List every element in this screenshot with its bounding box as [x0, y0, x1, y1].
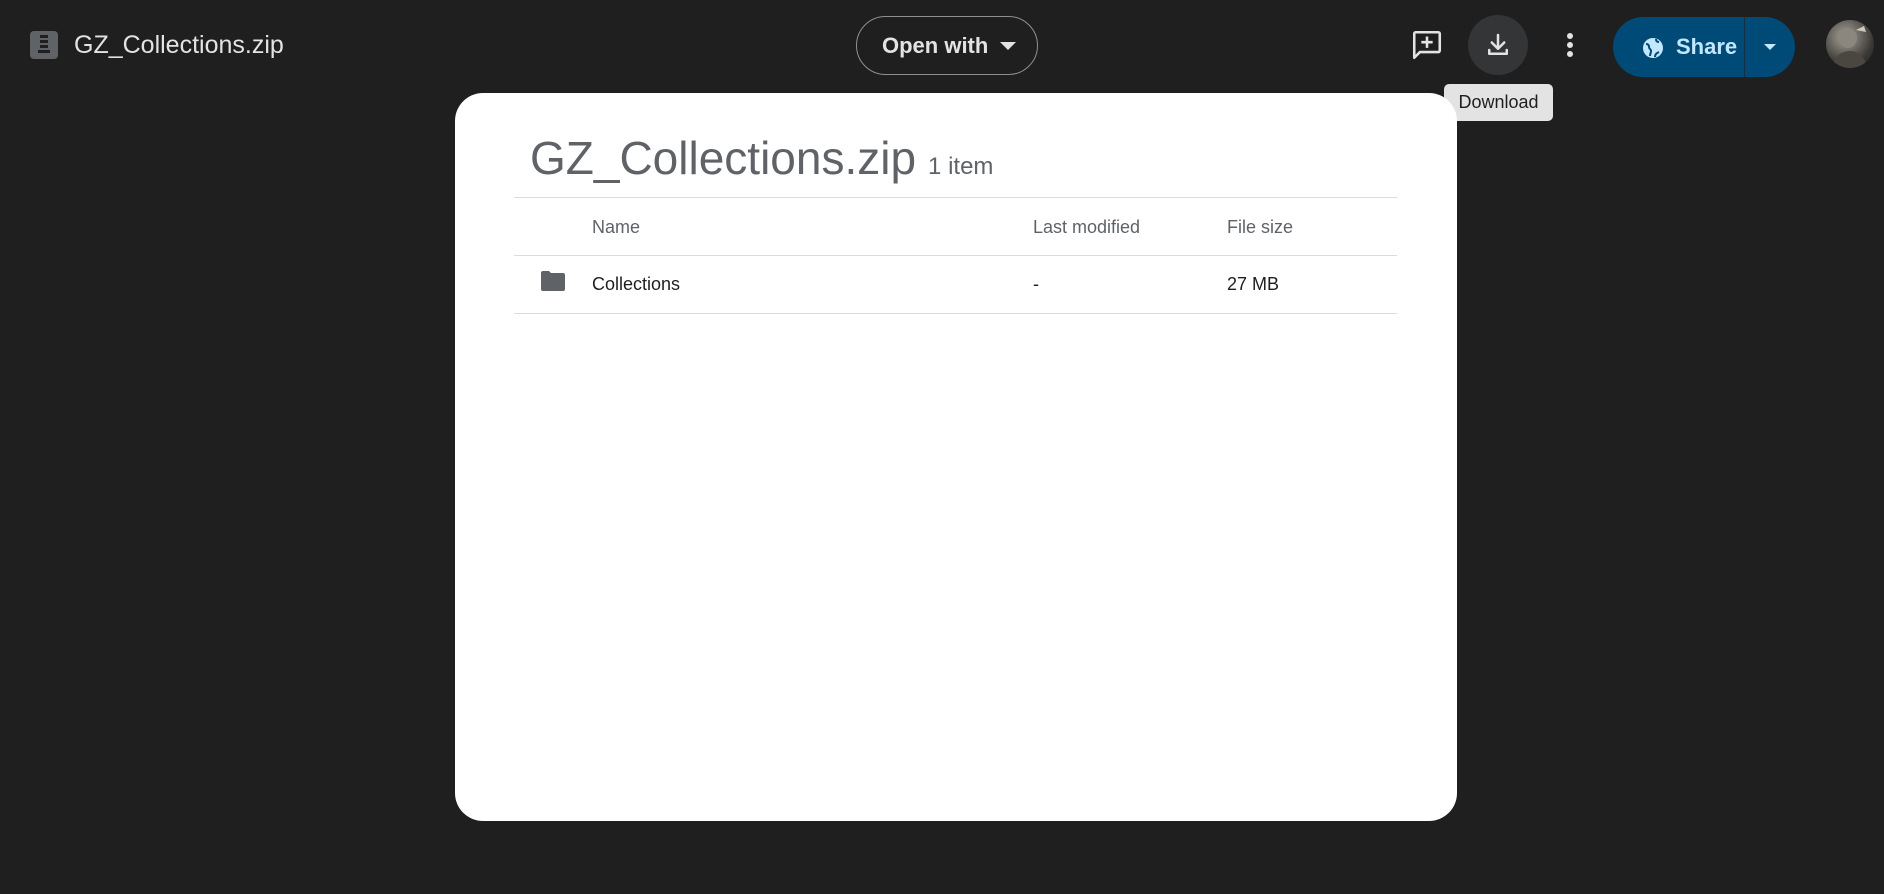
account-avatar[interactable] — [1826, 20, 1874, 68]
more-vert-icon — [1567, 33, 1573, 57]
share-options-dropdown[interactable] — [1745, 17, 1795, 77]
item-count: 1 item — [928, 153, 994, 180]
row-last-modified: - — [1033, 274, 1039, 294]
add-comment-button[interactable] — [1397, 15, 1457, 75]
share-label: Share — [1676, 34, 1738, 59]
caret-down-icon — [1764, 44, 1776, 50]
zip-preview-card: GZ_Collections.zip 1 item Name Last modif… — [455, 93, 1457, 821]
column-header-name: Name — [592, 217, 641, 237]
share-button-group: Share — [1613, 17, 1795, 77]
top-bar: GZ_Collections.zip Open with Download Sh… — [0, 0, 1884, 121]
table-row[interactable]: Collections - 27 MB — [514, 256, 1397, 313]
divider — [514, 313, 1397, 314]
card-title: GZ_Collections.zip — [530, 132, 917, 184]
download-button[interactable] — [1468, 15, 1528, 75]
zip-file-icon — [30, 31, 58, 59]
more-options-button[interactable] — [1540, 15, 1600, 75]
column-header-last-modified: Last modified — [1033, 217, 1141, 237]
column-header-file-size: File size — [1227, 217, 1294, 237]
caret-down-icon — [1000, 42, 1016, 50]
open-with-label: Open with — [882, 32, 989, 58]
globe-icon — [1643, 38, 1663, 58]
divider — [514, 197, 1397, 198]
add-comment-icon — [1412, 30, 1442, 60]
share-button[interactable]: Share — [1613, 17, 1744, 77]
download-tooltip: Download — [1444, 84, 1553, 121]
row-file-size: 27 MB — [1227, 274, 1280, 294]
folder-icon — [541, 271, 565, 291]
open-with-button[interactable]: Open with — [856, 16, 1038, 75]
download-icon — [1488, 33, 1508, 55]
card-header: GZ_Collections.zip 1 item — [530, 131, 993, 185]
file-name: GZ_Collections.zip — [74, 31, 284, 59]
row-name: Collections — [592, 274, 681, 294]
